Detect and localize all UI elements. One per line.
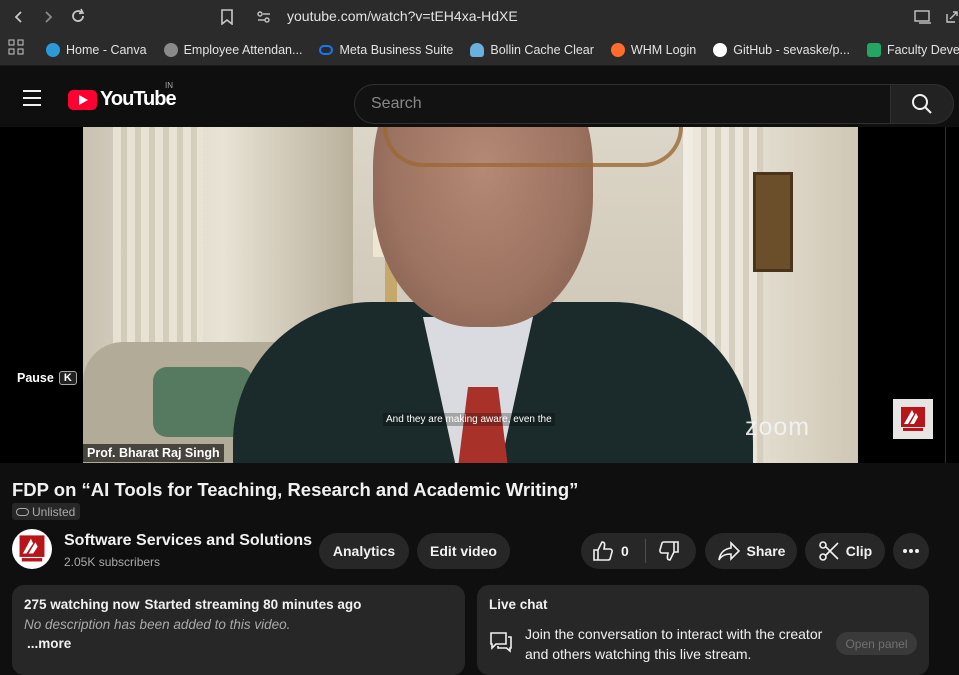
bookmark-label: Employee Attendan... <box>183 42 303 57</box>
analytics-label: Analytics <box>332 543 396 559</box>
sheets-icon <box>866 42 881 57</box>
open-panel-button[interactable]: Open panel <box>836 632 917 655</box>
like-count: 0 <box>621 543 629 559</box>
country-code: IN <box>165 81 173 90</box>
like-button[interactable]: 0 <box>581 540 645 562</box>
sss-logo-icon <box>901 407 925 431</box>
bookmark-employee-attendance[interactable]: Employee Attendan... <box>163 42 303 57</box>
dislike-button[interactable] <box>646 540 680 562</box>
share-label: Share <box>746 543 786 559</box>
watching-count: 275 watching now <box>24 597 140 612</box>
pause-label: Pause <box>17 371 54 385</box>
bookmark-star-icon[interactable] <box>216 6 238 28</box>
channel-name[interactable]: Software Services and Solutions <box>64 532 312 550</box>
install-icon[interactable] <box>914 10 932 29</box>
subscriber-count: 2.05K subscribers <box>64 555 161 569</box>
cpanel-icon <box>610 42 625 57</box>
browser-toolbar: youtube.com/watch?v=tEH4xa-HdXE <box>0 0 959 34</box>
edit-video-button[interactable]: Edit video <box>417 533 510 569</box>
thumbs-up-icon <box>593 541 613 561</box>
live-chat-message: Join the conversation to interact with t… <box>525 626 823 662</box>
empty-description: No description has been added to this vi… <box>24 617 291 632</box>
bookmark-github[interactable]: GitHub - sevaske/p... <box>713 42 850 57</box>
search-icon <box>912 94 932 114</box>
video-frame[interactable]: And they are making aware, even the zoom… <box>83 127 858 463</box>
youtube-header: YouTube IN <box>0 66 959 127</box>
site-settings-icon[interactable] <box>256 9 272 30</box>
edit-video-label: Edit video <box>430 543 497 559</box>
clip-label: Clip <box>845 543 873 559</box>
meta-icon <box>319 44 334 55</box>
logo-text: YouTube <box>100 88 177 110</box>
scissors-icon <box>818 540 840 562</box>
unlisted-badge: Unlisted <box>12 503 81 520</box>
bookmarks-bar: Home - Canva Employee Attendan... Meta B… <box>0 34 959 66</box>
keyboard-shortcut-key: K <box>58 371 77 385</box>
sss-logo-icon <box>19 535 45 562</box>
reload-icon[interactable] <box>67 5 89 27</box>
pause-tooltip: Pause K <box>17 371 77 385</box>
open-in-app-icon[interactable] <box>945 10 959 29</box>
youtube-logo[interactable]: YouTube IN <box>68 81 177 111</box>
canva-icon <box>46 42 60 57</box>
cloud-icon <box>470 42 485 57</box>
sidebar-edge <box>945 127 959 463</box>
description-box[interactable]: 275 watching now Started streaming 80 min… <box>12 585 465 675</box>
url-text[interactable]: youtube.com/watch?v=tEH4xa-HdXE <box>287 8 518 24</box>
channel-avatar[interactable] <box>12 529 52 569</box>
bookmark-faculty-develop[interactable]: Faculty Develop <box>866 42 959 57</box>
speaker-glasses <box>383 127 683 167</box>
clip-button[interactable]: Clip <box>805 533 885 569</box>
bookmark-label: Home - Canva <box>66 42 147 57</box>
forward-icon[interactable] <box>37 6 59 28</box>
thumbs-down-icon <box>659 541 679 561</box>
more-horizontal-icon <box>903 549 919 553</box>
bookmark-whm-login[interactable]: WHM Login <box>610 42 697 57</box>
stream-started: Started streaming 80 minutes ago <box>144 597 362 612</box>
bookmark-label: Faculty Develop <box>886 42 959 57</box>
description-stats: 275 watching now Started streaming 80 min… <box>24 597 453 612</box>
youtube-play-icon <box>68 89 97 110</box>
bookmark-bollin-cache-clear[interactable]: Bollin Cache Clear <box>470 42 594 57</box>
github-icon <box>713 42 728 57</box>
back-icon[interactable] <box>8 6 30 28</box>
chat-bubble-icon <box>489 631 513 658</box>
apps-grid-icon[interactable] <box>8 39 24 60</box>
share-icon <box>717 540 741 562</box>
like-dislike-group: 0 <box>581 533 696 569</box>
speaker-name-tag: Prof. Bharat Raj Singh <box>83 444 224 462</box>
video-title: FDP on “AI Tools for Teaching, Research … <box>12 479 579 500</box>
zoom-watermark: zoom <box>745 413 811 441</box>
search-box[interactable] <box>354 84 891 124</box>
bookmark-canva[interactable]: Home - Canva <box>46 42 147 57</box>
video-player[interactable]: And they are making aware, even the zoom… <box>0 127 959 463</box>
bookmark-label: Bollin Cache Clear <box>490 42 594 57</box>
show-more-link[interactable]: ...more <box>27 636 453 651</box>
bookmark-label: WHM Login <box>630 42 697 57</box>
globe-icon <box>163 42 178 57</box>
bookmark-label: GitHub - sevaske/p... <box>733 42 850 57</box>
bookmark-label: Meta Business Suite <box>339 42 454 57</box>
analytics-button[interactable]: Analytics <box>319 533 409 569</box>
search-input[interactable] <box>371 95 890 113</box>
more-actions-button[interactable] <box>893 533 929 569</box>
visibility-label: Unlisted <box>32 505 76 519</box>
bookmark-meta-business-suite[interactable]: Meta Business Suite <box>319 43 453 57</box>
link-icon <box>16 508 29 516</box>
channel-watermark[interactable] <box>893 399 933 439</box>
live-chat-title: Live chat <box>489 597 548 612</box>
menu-icon[interactable] <box>23 90 41 111</box>
painting <box>753 172 793 272</box>
search-button[interactable] <box>890 84 954 124</box>
subtitle-caption: And they are making aware, even the <box>383 413 555 426</box>
share-button[interactable]: Share <box>705 533 797 569</box>
live-chat-panel: Live chat Join the conversation to inter… <box>477 585 929 675</box>
